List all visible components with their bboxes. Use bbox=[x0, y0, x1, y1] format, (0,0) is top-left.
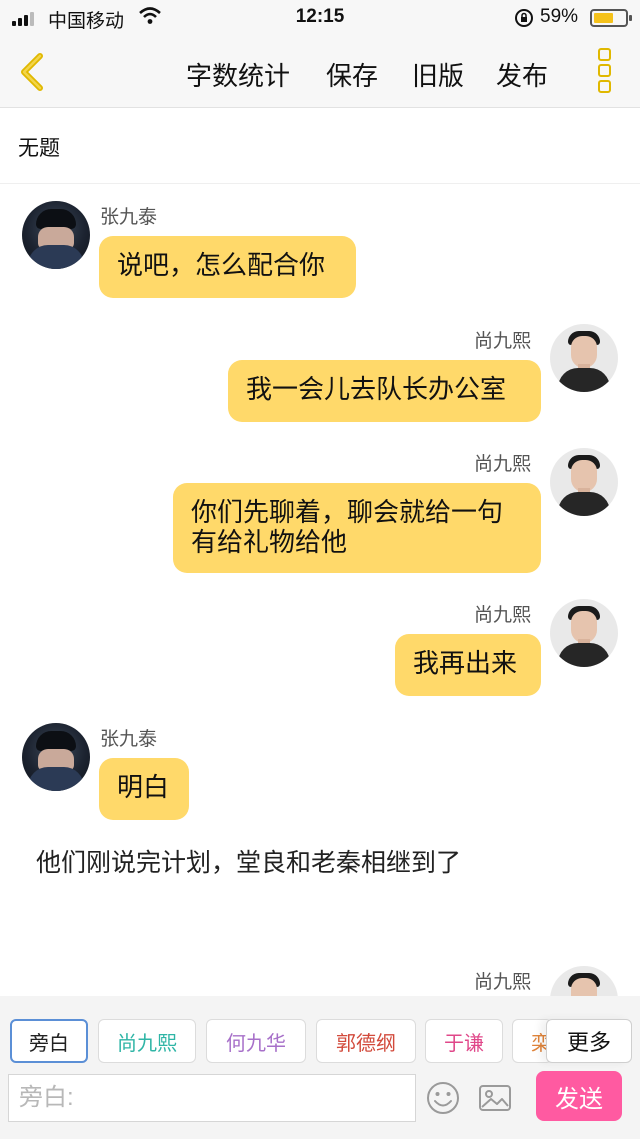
speaker-name: 尚九熙 bbox=[474, 454, 532, 475]
character-chip[interactable]: 郭德纲 bbox=[316, 1019, 416, 1063]
character-chip[interactable]: 何九华 bbox=[206, 1019, 306, 1063]
status-bar: 中国移动 12:15 59% bbox=[0, 0, 640, 36]
orientation-lock-icon bbox=[514, 8, 534, 33]
divider bbox=[0, 183, 640, 184]
more-characters-button[interactable]: 更多 bbox=[546, 1019, 632, 1063]
speaker-name: 尚九熙 bbox=[474, 331, 532, 352]
speaker-name: 张九泰 bbox=[100, 729, 158, 750]
chevron-left-icon bbox=[21, 53, 43, 91]
avatar-shang-jiuxi[interactable] bbox=[550, 324, 618, 392]
battery-percent: 59% bbox=[540, 6, 579, 27]
message-bubble[interactable]: 我再出来 bbox=[395, 634, 541, 696]
avatar-shang-jiuxi[interactable] bbox=[550, 599, 618, 667]
back-button[interactable] bbox=[16, 52, 48, 92]
message-line: 有给礼物给他 bbox=[191, 527, 348, 557]
smiley-icon[interactable] bbox=[425, 1080, 461, 1116]
battery-icon bbox=[590, 9, 632, 27]
message-input[interactable] bbox=[8, 1074, 416, 1122]
avatar-zhang-jiutai[interactable] bbox=[22, 723, 90, 791]
save-button[interactable]: 保存 bbox=[326, 56, 378, 93]
speaker-name: 张九泰 bbox=[100, 207, 158, 228]
speaker-name: 尚九熙 bbox=[474, 605, 532, 626]
publish-button[interactable]: 发布 bbox=[496, 56, 548, 93]
message-bubble[interactable]: 你们先聊着，聊会就给一句 有给礼物给他 bbox=[173, 483, 541, 573]
narration-text[interactable]: 他们刚说完计划，堂良和老秦相继到了 bbox=[36, 843, 461, 879]
image-icon[interactable] bbox=[477, 1080, 513, 1116]
old-version-button[interactable]: 旧版 bbox=[412, 56, 464, 93]
editor-header: 字数统计 保存 旧版 发布 bbox=[0, 36, 640, 108]
message-bubble[interactable]: 明白 bbox=[99, 758, 189, 820]
message-bubble[interactable]: 说吧，怎么配合你 bbox=[99, 236, 356, 298]
word-count-button[interactable]: 字数统计 bbox=[186, 56, 290, 93]
character-chip[interactable]: 于谦 bbox=[425, 1019, 503, 1063]
send-button[interactable]: 发送 bbox=[536, 1071, 622, 1121]
character-chip-narrator[interactable]: 旁白 bbox=[10, 1019, 88, 1063]
character-chip[interactable]: 尚九熙 bbox=[98, 1019, 196, 1063]
kebab-menu-icon[interactable] bbox=[598, 48, 614, 96]
avatar-shang-jiuxi[interactable] bbox=[550, 448, 618, 516]
message-line: 你们先聊着，聊会就给一句 bbox=[191, 497, 504, 527]
document-title[interactable]: 无题 bbox=[18, 132, 60, 162]
avatar-zhang-jiutai[interactable] bbox=[22, 201, 90, 269]
message-bubble[interactable]: 我一会儿去队长办公室 bbox=[228, 360, 541, 422]
speaker-name: 尚九熙 bbox=[474, 972, 532, 993]
